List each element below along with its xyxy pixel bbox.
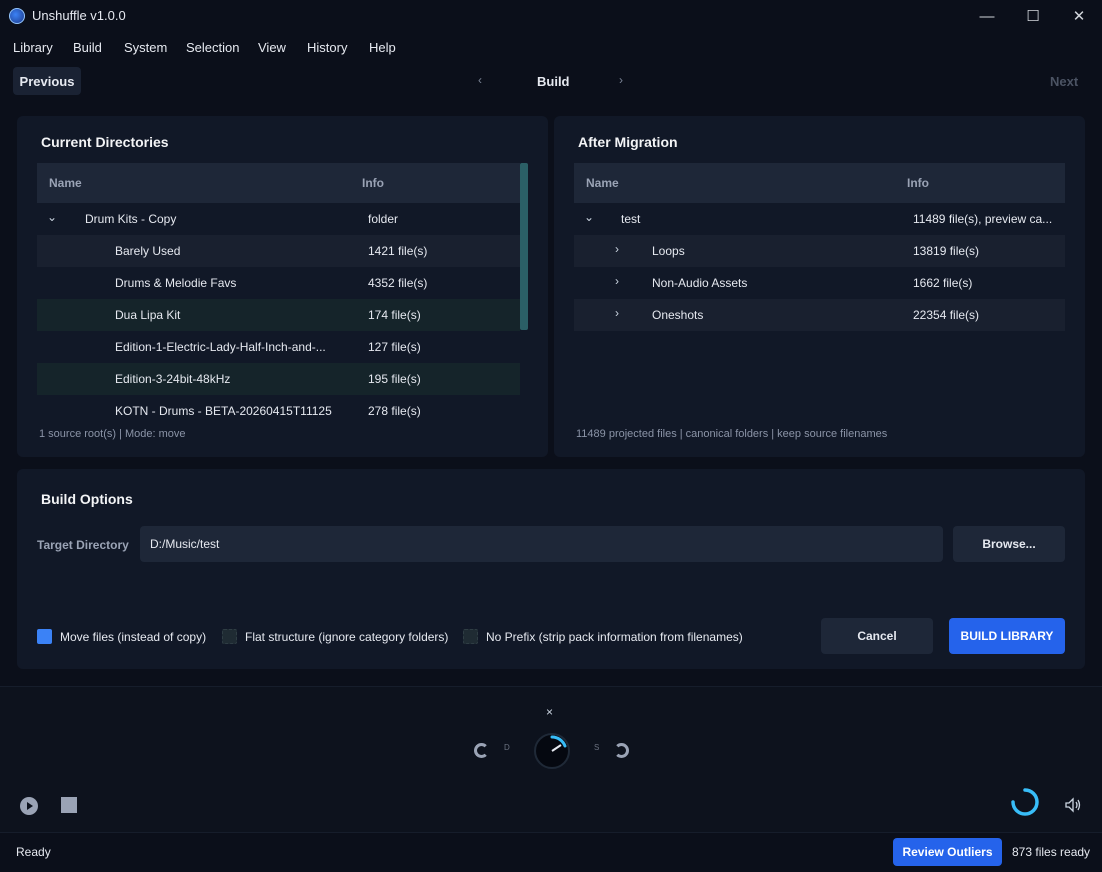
column-info-header[interactable]: Info — [907, 176, 929, 190]
menu-system[interactable]: System — [124, 40, 167, 55]
loading-spinner-icon — [1011, 788, 1039, 816]
after-tree-header: Name Info — [574, 163, 1065, 203]
tree-row[interactable]: › Non-Audio Assets 1662 file(s) — [574, 267, 1065, 299]
tree-row[interactable]: › Oneshots 22354 file(s) — [574, 299, 1065, 331]
flat-structure-checkbox[interactable] — [222, 629, 237, 644]
stop-icon[interactable] — [61, 797, 77, 813]
chevron-right-icon[interactable]: › — [615, 306, 619, 320]
previous-button[interactable]: Previous — [13, 67, 81, 95]
tree-row[interactable]: › Loops 13819 file(s) — [574, 235, 1065, 267]
flat-structure-label: Flat structure (ignore category folders) — [245, 630, 449, 644]
close-window-button[interactable]: ✕ — [1056, 0, 1102, 32]
tree-row-info: 13819 file(s) — [913, 244, 980, 258]
status-text: Ready — [16, 845, 51, 859]
menu-help[interactable]: Help — [369, 40, 396, 55]
tree-row-info: 11489 file(s), preview ca... — [913, 212, 1053, 226]
current-tree-scrollbar[interactable] — [520, 163, 528, 330]
target-directory-input[interactable] — [140, 526, 943, 562]
tree-row[interactable]: KOTN - Drums - BETA-20260415T11125 278 f… — [37, 395, 520, 418]
tree-row-name: Edition-1-Electric-Lady-Half-Inch-and-..… — [115, 340, 326, 354]
current-footer: 1 source root(s) | Mode: move — [39, 428, 186, 440]
tree-row-name: Barely Used — [115, 244, 181, 258]
tree-row-info: folder — [368, 212, 399, 226]
move-files-checkbox[interactable] — [37, 629, 52, 644]
tree-row-info: 174 file(s) — [368, 308, 421, 322]
no-prefix-label: No Prefix (strip pack information from f… — [486, 630, 743, 644]
maximize-button[interactable]: ☐ — [1010, 0, 1056, 32]
tree-row-name: Edition-3-24bit-48kHz — [115, 372, 231, 386]
current-directories-title: Current Directories — [41, 134, 169, 150]
tree-row-name: Non-Audio Assets — [652, 276, 748, 290]
tree-row[interactable]: Dua Lipa Kit 174 file(s) — [37, 299, 520, 331]
right-knob-icon[interactable] — [614, 743, 629, 758]
column-info-header[interactable]: Info — [362, 176, 384, 190]
cancel-button[interactable]: Cancel — [821, 618, 933, 654]
main-knob-arc — [550, 735, 567, 752]
right-knob-label: S — [594, 743, 600, 752]
build-options-title: Build Options — [41, 491, 133, 507]
tree-row-name: test — [621, 212, 641, 226]
tree-row-name: Loops — [652, 244, 685, 258]
after-footer: 11489 projected files | canonical folder… — [576, 428, 888, 440]
files-ready-count: 873 files ready — [1012, 845, 1091, 859]
after-tree-list: ⌄ test 11489 file(s), preview ca... › Lo… — [574, 203, 1065, 331]
review-outliers-button[interactable]: Review Outliers — [893, 838, 1002, 866]
current-tree-header: Name Info — [37, 163, 520, 203]
tree-row-info: 22354 file(s) — [913, 308, 980, 322]
tree-row[interactable]: Drums & Melodie Favs 4352 file(s) — [37, 267, 520, 299]
menu-bar: Library Build System Selection View Hist… — [0, 32, 1102, 62]
tree-row-info: 4352 file(s) — [368, 276, 428, 290]
play-icon[interactable] — [20, 797, 38, 815]
menu-build[interactable]: Build — [73, 40, 102, 55]
tree-row[interactable]: Edition-1-Electric-Lady-Half-Inch-and-..… — [37, 331, 520, 363]
chevron-right-icon[interactable]: › — [619, 73, 623, 87]
chevron-right-icon[interactable]: › — [615, 274, 619, 288]
menu-library[interactable]: Library — [13, 40, 53, 55]
tree-row-name: Dua Lipa Kit — [115, 308, 181, 322]
tree-row-info: 278 file(s) — [368, 404, 421, 418]
minimize-button[interactable]: — — [964, 0, 1010, 32]
app-logo-icon — [9, 8, 25, 24]
next-button[interactable]: Next — [1050, 74, 1078, 89]
tree-row[interactable]: ⌄ Drum Kits - Copy folder — [37, 203, 520, 235]
build-library-button[interactable]: BUILD LIBRARY — [949, 618, 1065, 654]
left-knob-label: D — [504, 743, 510, 752]
tree-row-info: 1421 file(s) — [368, 244, 428, 258]
step-title: Build — [537, 74, 570, 89]
menu-history[interactable]: History — [307, 40, 347, 55]
move-files-label: Move files (instead of copy) — [60, 630, 207, 644]
tree-row[interactable]: ⌄ test 11489 file(s), preview ca... — [574, 203, 1065, 235]
column-name-header[interactable]: Name — [49, 176, 82, 190]
tree-row-name: Oneshots — [652, 308, 704, 322]
chevron-down-icon[interactable]: ⌄ — [47, 210, 57, 224]
tree-row-info: 1662 file(s) — [913, 276, 973, 290]
menu-view[interactable]: View — [258, 40, 286, 55]
browse-button[interactable]: Browse... — [953, 526, 1065, 562]
chevron-down-icon[interactable]: ⌄ — [584, 210, 594, 224]
after-migration-title: After Migration — [578, 134, 678, 150]
tree-row-name: Drum Kits - Copy — [85, 212, 177, 226]
window-title: Unshuffle v1.0.0 — [32, 8, 126, 23]
no-prefix-checkbox[interactable] — [463, 629, 478, 644]
tree-row-name: KOTN - Drums - BETA-20260415T11125 — [115, 404, 332, 418]
target-directory-label: Target Directory — [37, 538, 129, 552]
tree-row-info: 195 file(s) — [368, 372, 421, 386]
tree-row-name: Drums & Melodie Favs — [115, 276, 237, 290]
chevron-left-icon[interactable]: ‹ — [478, 73, 482, 87]
column-name-header[interactable]: Name — [586, 176, 619, 190]
tree-row-info: 127 file(s) — [368, 340, 421, 354]
current-tree-list: ⌄ Drum Kits - Copy folder Barely Used 14… — [37, 203, 520, 418]
tree-row[interactable]: Edition-3-24bit-48kHz 195 file(s) — [37, 363, 520, 395]
chevron-right-icon[interactable]: › — [615, 242, 619, 256]
volume-icon[interactable] — [1064, 796, 1082, 814]
close-icon[interactable]: × — [546, 705, 553, 719]
tree-row[interactable]: Barely Used 1421 file(s) — [37, 235, 520, 267]
left-knob-icon[interactable] — [474, 743, 489, 758]
title-bar — [0, 0, 1102, 32]
menu-selection[interactable]: Selection — [186, 40, 239, 55]
